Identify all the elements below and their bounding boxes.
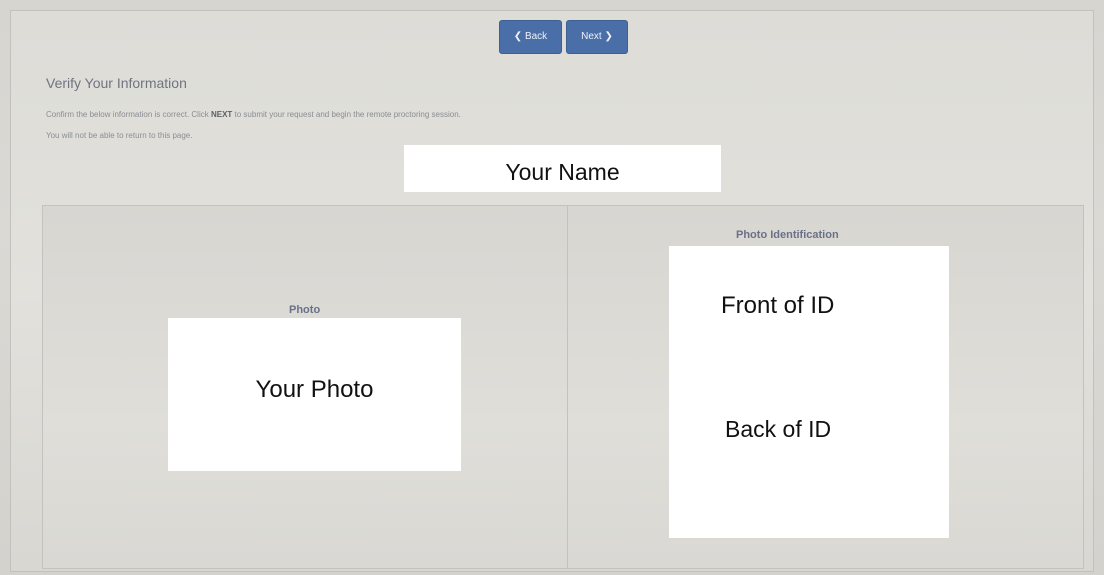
name-display: Your Name (404, 145, 721, 192)
page-title: Verify Your Information (46, 75, 187, 91)
screen: ❮ Back Next ❯ Verify Your Information Co… (0, 0, 1104, 575)
instruction-text-end: to submit your request and begin the rem… (232, 110, 461, 119)
next-button[interactable]: Next ❯ (566, 20, 628, 54)
id-front-label: Front of ID (721, 292, 835, 319)
instruction-next-keyword: NEXT (210, 110, 233, 119)
id-image: Front of ID Back of ID (669, 246, 949, 538)
photo-identification-heading: Photo Identification (736, 229, 839, 241)
instruction-text: Confirm the below information is correct… (46, 110, 461, 119)
instruction-text-start: Confirm the below information is correct… (46, 110, 211, 119)
back-button[interactable]: ❮ Back (499, 20, 562, 54)
photo-placeholder-label: Your Photo (255, 376, 374, 403)
user-photo: Your Photo (168, 318, 461, 471)
warning-text: You will not be able to return to this p… (46, 131, 193, 140)
nav-bar: ❮ Back Next ❯ (10, 10, 1092, 58)
photo-heading: Photo (289, 304, 321, 316)
id-back-label: Back of ID (725, 416, 832, 442)
